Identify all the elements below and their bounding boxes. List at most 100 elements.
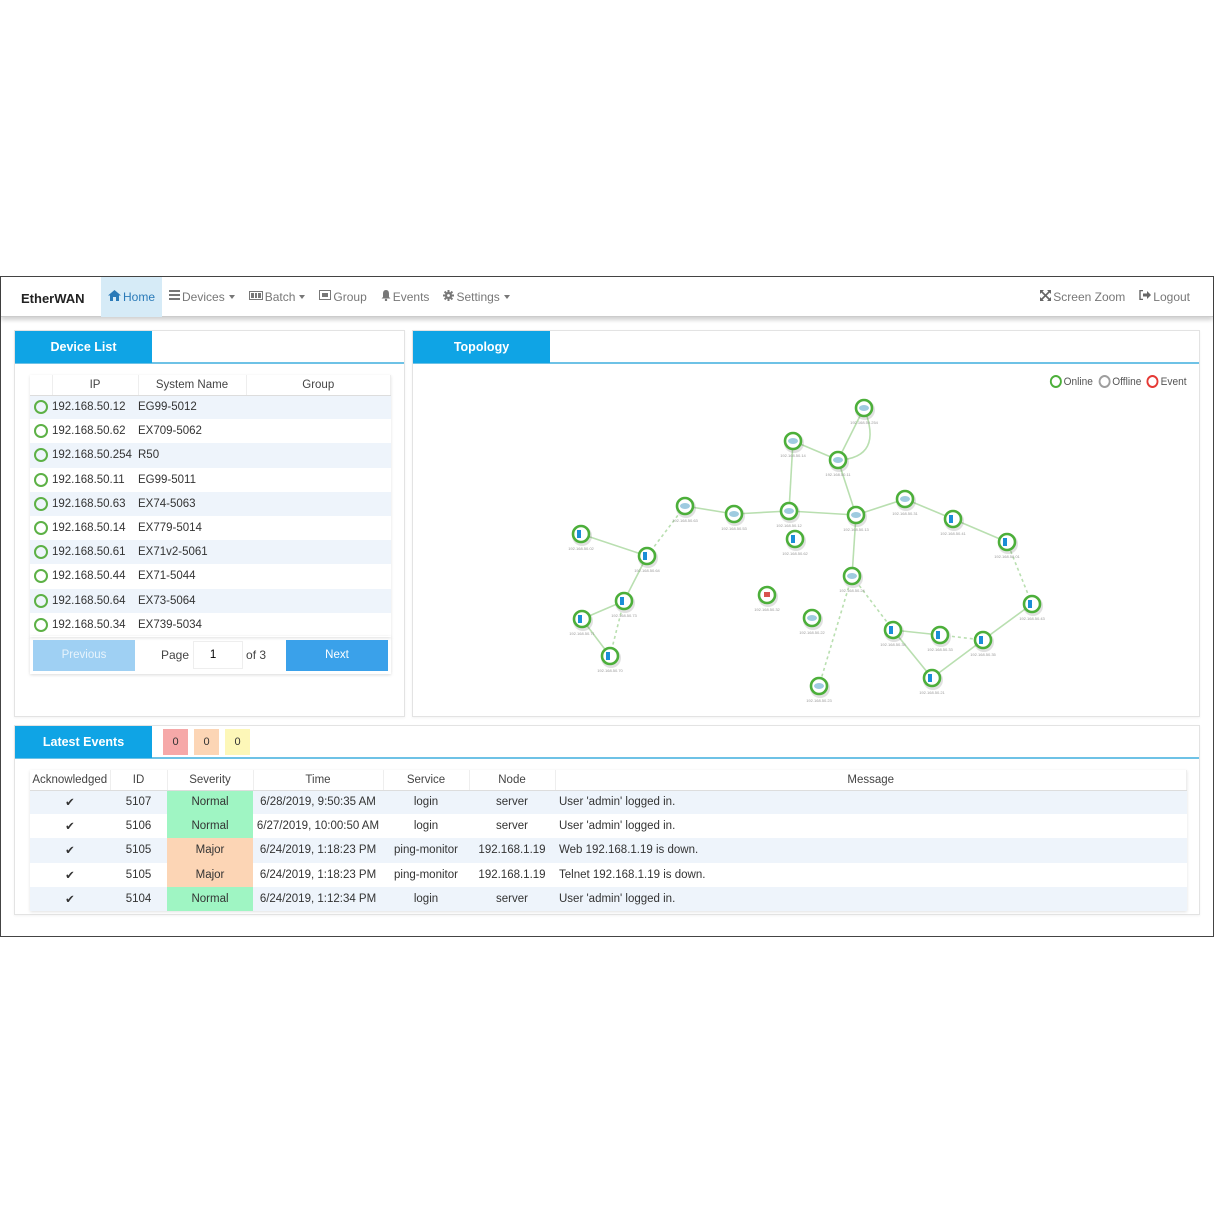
column-header-service[interactable]: Service — [383, 770, 470, 791]
topology-node[interactable]: 192.168.50.33 — [927, 625, 954, 652]
event-node: 192.168.1.19 — [469, 838, 555, 863]
column-header-message[interactable]: Message — [555, 770, 1187, 791]
event-service: ping-monitor — [394, 868, 458, 881]
device-ip[interactable]: 192.168.50.254 — [52, 443, 138, 468]
device-row[interactable]: 192.168.50.62 EX709-5062 — [30, 419, 391, 443]
device-ip[interactable]: 192.168.50.64 — [52, 588, 138, 613]
device-ip[interactable]: 192.168.50.61 — [52, 540, 138, 565]
device-group — [246, 395, 391, 420]
screen-zoom-button[interactable]: Screen Zoom — [1033, 277, 1132, 317]
nav-events[interactable]: Events — [374, 277, 437, 317]
topology-node[interactable]: 192.168.50.62 — [782, 529, 809, 556]
column-header-acknowledged[interactable]: Acknowledged — [30, 770, 111, 791]
device-row[interactable]: 192.168.50.14 EX779-5014 — [30, 516, 391, 540]
device-system-name: EX739-5034 — [138, 618, 202, 631]
event-row[interactable]: ✔ 5106 Normal 6/27/2019, 10:00:50 AM login se… — [30, 814, 1187, 839]
column-header-system-name[interactable]: System Name — [138, 375, 247, 396]
nav-devices[interactable]: Devices — [162, 277, 242, 317]
brand-logo[interactable]: EtherWAN — [21, 291, 101, 306]
topology-node[interactable]: 192.168.50.64 — [634, 546, 661, 573]
topology-node[interactable]: 192.168.50.34 — [880, 620, 907, 647]
device-row[interactable]: 192.168.50.64 EX73-5064 — [30, 588, 391, 613]
topology-node[interactable]: 192.168.50.14 — [780, 431, 807, 458]
topology-node[interactable]: 192.168.50.53 — [721, 504, 748, 531]
node-label: 192.168.50.31 — [892, 511, 918, 516]
nav-home[interactable]: Home — [101, 276, 163, 317]
device-row[interactable]: 192.168.50.44 EX71-5044 — [30, 564, 391, 588]
nav-batch-label: Batch — [264, 289, 296, 304]
acknowledged-check-icon[interactable]: ✔ — [30, 814, 110, 838]
column-header-time[interactable]: Time — [253, 770, 384, 791]
nav-settings[interactable]: Settings — [436, 277, 516, 317]
major-count-badge[interactable]: 0 — [194, 729, 219, 755]
topology-node[interactable]: 192.168.50.43 — [1019, 594, 1046, 621]
nav-batch[interactable]: Batch — [242, 277, 313, 317]
device-list-panel: Device List IP System Name Group 192.168… — [14, 330, 405, 717]
column-header-status[interactable] — [30, 375, 53, 396]
column-header-group[interactable]: Group — [246, 375, 391, 396]
device-ip[interactable]: 192.168.50.63 — [52, 491, 138, 516]
logout-button[interactable]: Logout — [1132, 277, 1197, 317]
device-ip[interactable]: 192.168.50.62 — [52, 419, 138, 443]
page-total-label: of 3 — [246, 648, 267, 662]
topology-node[interactable]: 192.168.50.254 — [850, 398, 879, 425]
next-button[interactable]: Next — [286, 639, 388, 671]
column-header-severity[interactable]: Severity — [167, 770, 254, 791]
device-row[interactable]: 192.168.50.61 EX71v2-5061 — [30, 540, 391, 565]
topology-node[interactable]: 192.168.50.24 — [839, 566, 866, 593]
topology-graph[interactable]: 192.168.50.254 192.168.50.14 192.168.50.11… — [413, 366, 1199, 716]
device-list-tab[interactable]: Device List — [15, 331, 152, 363]
online-status-icon — [34, 545, 48, 560]
node-label: 192.168.50.63 — [672, 518, 698, 523]
previous-button[interactable]: Previous — [33, 639, 135, 671]
topology-tab[interactable]: Topology — [413, 331, 550, 363]
switch-icon — [680, 503, 690, 509]
event-node: server — [469, 790, 555, 815]
device-icon — [643, 552, 647, 560]
device-ip[interactable]: 192.168.50.44 — [52, 564, 138, 588]
topology-node[interactable]: 192.168.50.13 — [843, 505, 870, 532]
device-row[interactable]: 192.168.50.34 EX739-5034 — [30, 613, 391, 637]
topology-node[interactable]: 192.168.50.70 — [597, 646, 624, 673]
topology-node[interactable]: 192.168.50.12 — [776, 501, 803, 528]
device-ip[interactable]: 192.168.50.34 — [52, 613, 138, 637]
topology-node[interactable]: 192.168.50.23 — [806, 676, 833, 703]
column-header-id[interactable]: ID — [110, 770, 168, 791]
batch-icon — [248, 290, 263, 303]
topology-node[interactable]: 192.168.50.35 — [970, 630, 997, 657]
topology-node[interactable]: 192.168.50.32 — [754, 585, 781, 612]
event-row[interactable]: ✔ 5105 Major 6/24/2019, 1:18:23 PM ping-moni… — [30, 862, 1187, 887]
event-row[interactable]: ✔ 5104 Normal 6/24/2019, 1:12:34 PM login ser… — [30, 886, 1187, 911]
column-header-node[interactable]: Node — [469, 770, 556, 791]
acknowledged-check-icon[interactable]: ✔ — [30, 886, 110, 911]
switch-icon — [814, 683, 824, 689]
device-ip[interactable]: 192.168.50.14 — [52, 516, 138, 540]
topology-node[interactable]: 192.168.50.31 — [892, 489, 919, 516]
event-id: 5106 — [125, 820, 152, 833]
latest-events-tab[interactable]: Latest Events — [15, 726, 152, 758]
event-row[interactable]: ✔ 5105 Major 6/24/2019, 1:18:23 PM ping-moni… — [30, 838, 1187, 863]
topology-node[interactable]: 192.168.50.63 — [672, 496, 699, 523]
acknowledged-check-icon[interactable]: ✔ — [30, 838, 110, 863]
node-label: 192.168.50.254 — [850, 420, 879, 425]
topology-node[interactable]: 192.168.50.22 — [799, 608, 826, 635]
critical-count-badge[interactable]: 0 — [163, 729, 188, 755]
device-row[interactable]: 192.168.50.12 EG99-5012 — [30, 395, 391, 420]
device-row[interactable]: 192.168.50.11 EG99-5011 — [30, 468, 391, 492]
device-row[interactable]: 192.168.50.63 EX74-5063 — [30, 491, 391, 516]
device-ip[interactable]: 192.168.50.12 — [52, 395, 138, 420]
node-label: 192.168.50.22 — [799, 630, 825, 635]
node-label: 192.168.50.34 — [880, 642, 906, 647]
device-row[interactable]: 192.168.50.254 R50 — [30, 443, 391, 468]
column-header-ip[interactable]: IP — [52, 375, 139, 396]
page-number-input[interactable] — [193, 641, 244, 669]
topology-node[interactable]: 192.168.50.02 — [568, 524, 595, 551]
topology-node[interactable]: 192.168.50.21 — [919, 668, 946, 695]
acknowledged-check-icon[interactable]: ✔ — [30, 863, 110, 887]
minor-count-badge[interactable]: 0 — [225, 729, 250, 755]
event-row[interactable]: ✔ 5107 Normal 6/28/2019, 9:50:35 AM login ser… — [30, 790, 1187, 815]
nav-group[interactable]: Group — [312, 277, 373, 317]
event-time: 6/24/2019, 1:12:34 PM — [253, 886, 383, 911]
device-ip[interactable]: 192.168.50.11 — [52, 468, 138, 492]
acknowledged-check-icon[interactable]: ✔ — [30, 790, 110, 815]
